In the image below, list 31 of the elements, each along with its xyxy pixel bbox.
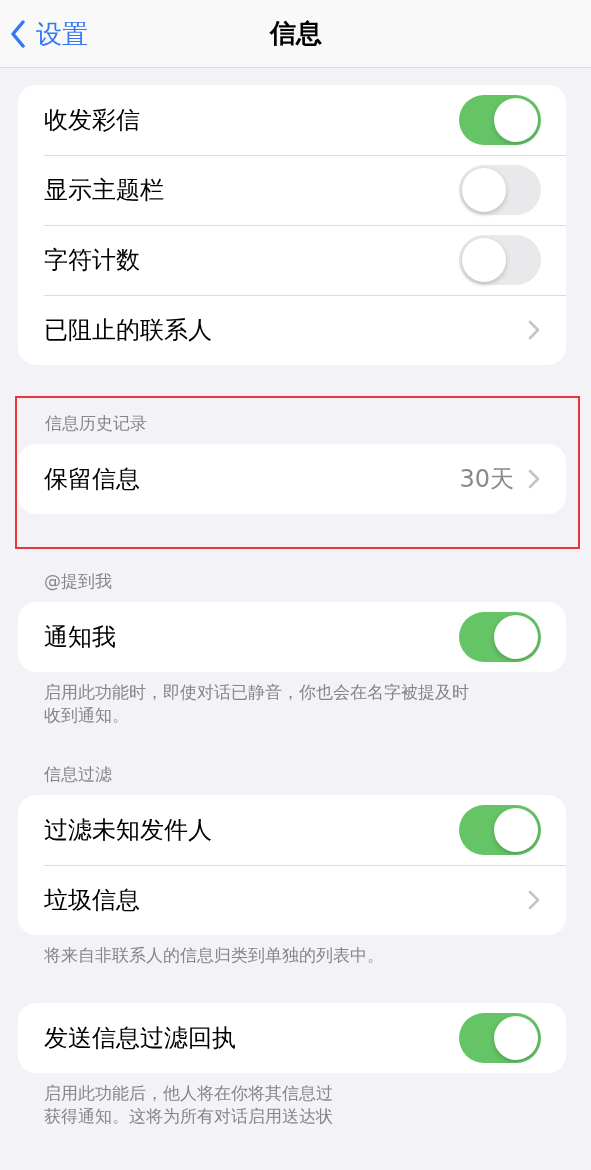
row-label: 发送信息过滤回执 [44, 1023, 237, 1054]
section-header: @提到我 [43, 570, 113, 592]
row-label: 保留信息 [44, 464, 141, 495]
section-footer: 启用此功能时，即使对话已静音，你也会在名字被提及时 收到通知。 [0, 681, 591, 727]
settings-row[interactable]: 垃圾信息 [18, 865, 566, 935]
toggle-switch[interactable] [459, 95, 541, 145]
section-header: 信息历史记录 [44, 412, 148, 434]
toggle-switch[interactable] [459, 612, 541, 662]
chevron-icon [528, 469, 540, 489]
row-label: 字符计数 [44, 245, 141, 276]
toggle-switch[interactable] [459, 805, 541, 855]
page-title: 信息 [269, 17, 322, 50]
chevron-icon [528, 890, 540, 910]
toggle-switch[interactable] [459, 1013, 541, 1063]
row-label: 垃圾信息 [44, 885, 141, 916]
chevron-icon [528, 320, 540, 340]
back-chevron-icon [10, 20, 26, 48]
row-label: 已阻止的联系人 [44, 315, 213, 346]
section-footer: 将来自非联系人的信息归类到单独的列表中。 [0, 944, 591, 967]
toggle-switch[interactable] [459, 235, 541, 285]
back-button[interactable]: 设置 [6, 0, 92, 68]
settings-row[interactable]: 保留信息 30天 [18, 444, 566, 514]
toggle-switch[interactable] [459, 165, 541, 215]
row-label: 收发彩信 [44, 105, 141, 136]
section-header: 信息过滤 [43, 763, 113, 785]
row-label: 通知我 [44, 622, 117, 653]
settings-row[interactable]: 已阻止的联系人 [18, 295, 566, 365]
row-value: 30天 [459, 464, 514, 495]
section-footer: 启用此功能后，他人将在你将其信息过 获得通知。这将为所有对话启用送达状 [0, 1082, 591, 1128]
row-label: 显示主题栏 [44, 175, 165, 206]
row-label: 过滤未知发件人 [44, 815, 213, 846]
